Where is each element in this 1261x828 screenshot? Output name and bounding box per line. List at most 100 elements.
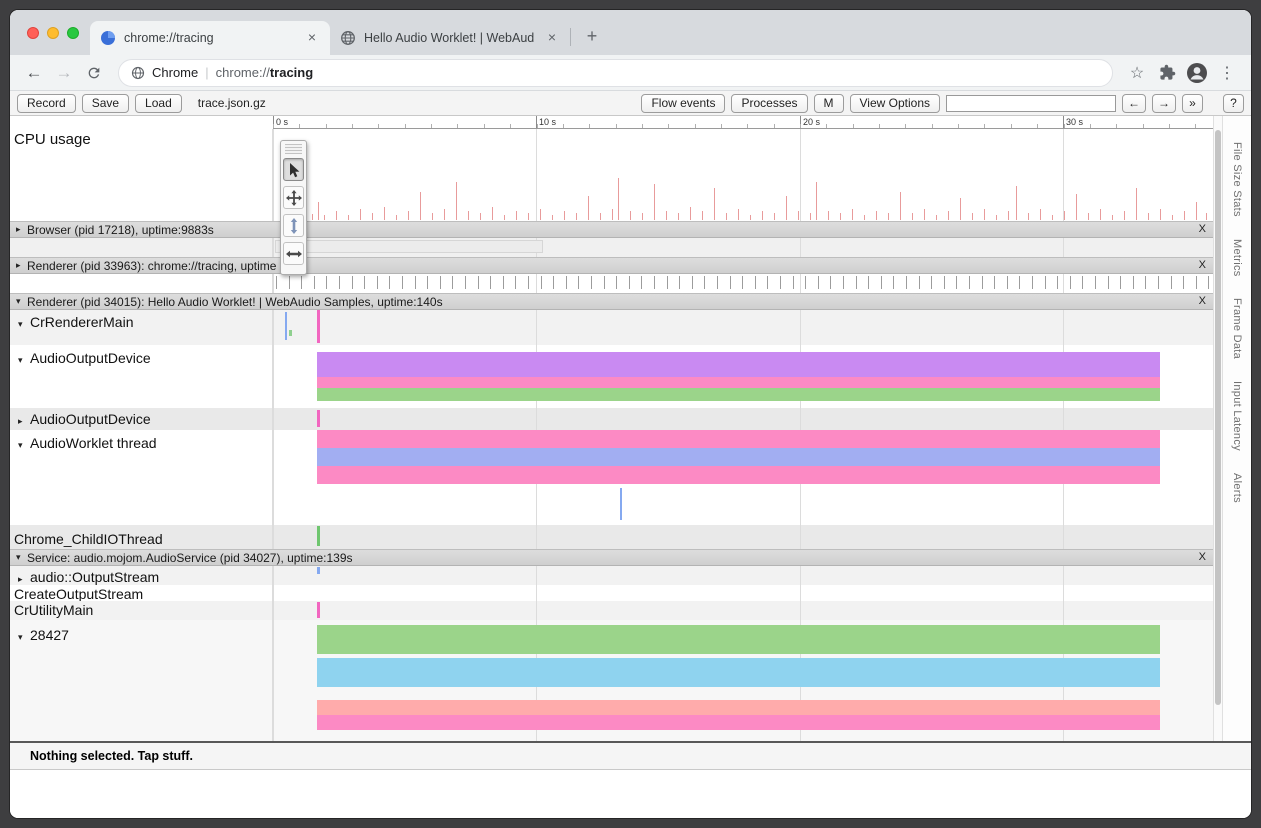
thread-label-audioworklet[interactable]: ▾AudioWorklet thread xyxy=(10,430,273,525)
trace-slice[interactable] xyxy=(289,330,292,336)
collapse-arrow-icon[interactable]: ▾ xyxy=(18,319,30,330)
horizontal-timing-icon xyxy=(286,246,302,262)
trace-slice[interactable] xyxy=(317,567,320,574)
zoom-tool-button[interactable] xyxy=(283,214,304,237)
process-header-audio-service[interactable]: ▾ Service: audio.mojom.AudioService (pid… xyxy=(10,549,1213,566)
extensions-button[interactable] xyxy=(1153,59,1181,87)
back-button[interactable]: ← xyxy=(20,59,48,87)
processes-button[interactable]: Processes xyxy=(731,94,807,113)
close-window-button[interactable] xyxy=(27,27,39,39)
trace-slice[interactable] xyxy=(620,488,622,520)
menu-button[interactable]: ⋮ xyxy=(1213,59,1241,87)
tracing-favicon xyxy=(100,30,116,46)
site-name: Chrome xyxy=(152,65,198,80)
zoom-window-button[interactable] xyxy=(67,27,79,39)
timing-tool-button[interactable] xyxy=(283,242,304,265)
process-header-browser[interactable]: ▸ Browser (pid 17218), uptime:9883s X xyxy=(10,221,1213,238)
tab-audio-worklet[interactable]: Hello Audio Worklet! | WebAud × xyxy=(330,21,570,55)
select-tool-button[interactable] xyxy=(283,158,304,181)
thread-name: CreateOutputStream xyxy=(14,586,143,601)
url-text: chrome://tracing xyxy=(216,65,314,80)
process-header-renderer-34015[interactable]: ▾ Renderer (pid 34015): Hello Audio Work… xyxy=(10,293,1213,310)
palette-drag-handle[interactable] xyxy=(285,144,302,154)
tool-palette xyxy=(280,140,307,275)
expand-arrow-icon[interactable]: ▸ xyxy=(18,574,30,585)
thread-label-createoutputstream: CreateOutputStream xyxy=(10,585,273,601)
collapse-arrow-icon[interactable]: ▾ xyxy=(18,355,30,366)
new-tab-button[interactable]: + xyxy=(579,24,605,50)
trace-slice[interactable] xyxy=(317,310,320,343)
audio-service-slice[interactable] xyxy=(317,658,1160,687)
side-tab-metrics[interactable]: Metrics xyxy=(1231,239,1243,277)
thread-name: audio::OutputStream xyxy=(30,569,159,585)
expand-arrow-icon[interactable]: ▸ xyxy=(16,224,27,235)
collapse-arrow-icon[interactable]: ▾ xyxy=(18,632,30,643)
search-input[interactable] xyxy=(946,95,1116,112)
pan-tool-button[interactable] xyxy=(283,186,304,209)
thread-label-audio-outputstream[interactable]: ▸audio::OutputStream xyxy=(10,566,273,585)
audio-service-slice[interactable] xyxy=(317,625,1160,654)
vertical-scrollbar[interactable] xyxy=(1213,116,1223,741)
save-button[interactable]: Save xyxy=(82,94,129,113)
load-button[interactable]: Load xyxy=(135,94,182,113)
url-scheme: chrome:// xyxy=(216,65,270,80)
side-tab-frame-data[interactable]: Frame Data xyxy=(1231,298,1243,359)
record-button[interactable]: Record xyxy=(17,94,76,113)
audio-service-slice[interactable] xyxy=(317,700,1160,715)
track-crrenderermain: ▾CrRendererMain xyxy=(10,310,1213,345)
tab-title: Hello Audio Worklet! | WebAud xyxy=(364,31,544,45)
audio-output-device-slice[interactable] xyxy=(317,352,1160,377)
close-track-button[interactable]: X xyxy=(1199,223,1206,235)
reload-icon xyxy=(86,65,102,81)
forward-button[interactable]: → xyxy=(50,59,78,87)
find-more-button[interactable]: » xyxy=(1182,94,1203,113)
audioworklet-slice[interactable] xyxy=(317,466,1160,484)
track-audiooutputdevice-2: ▸AudioOutputDevice xyxy=(10,408,1213,430)
navigation-bar: ← → Chrome | chrome://tracing ☆ ⋮ xyxy=(10,55,1251,91)
audio-output-device-slice[interactable] xyxy=(317,377,1160,388)
side-tab-file-size-stats[interactable]: File Size Stats xyxy=(1231,142,1243,217)
find-previous-button[interactable]: ← xyxy=(1122,94,1146,113)
close-track-button[interactable]: X xyxy=(1199,295,1206,307)
collapse-arrow-icon[interactable]: ▾ xyxy=(16,296,27,307)
expand-arrow-icon[interactable]: ▸ xyxy=(16,260,27,271)
close-tab-icon[interactable]: × xyxy=(544,30,560,46)
reload-button[interactable] xyxy=(80,59,108,87)
audio-output-device-slice[interactable] xyxy=(317,388,1160,401)
url-bar[interactable]: Chrome | chrome://tracing xyxy=(118,59,1113,87)
flow-events-button[interactable]: Flow events xyxy=(641,94,725,113)
scrollbar-thumb[interactable] xyxy=(1215,130,1221,705)
metrics-button[interactable]: M xyxy=(814,94,844,113)
browser-activity-bar[interactable] xyxy=(275,240,543,253)
tab-tracing[interactable]: chrome://tracing × xyxy=(90,21,330,55)
find-next-button[interactable]: → xyxy=(1152,94,1176,113)
trace-slice[interactable] xyxy=(285,312,287,340)
expand-arrow-icon[interactable]: ▸ xyxy=(18,416,30,427)
tracing-toolbar: Record Save Load trace.json.gz Flow even… xyxy=(10,91,1251,116)
help-button[interactable]: ? xyxy=(1223,94,1244,113)
minimize-window-button[interactable] xyxy=(47,27,59,39)
timeline-ruler[interactable] xyxy=(10,116,1213,129)
side-tab-alerts[interactable]: Alerts xyxy=(1231,473,1243,503)
bookmark-star-icon[interactable]: ☆ xyxy=(1123,59,1151,87)
close-tab-icon[interactable]: × xyxy=(304,30,320,46)
audioworklet-slice[interactable] xyxy=(317,448,1160,466)
thread-label-crrenderermain[interactable]: ▾CrRendererMain xyxy=(10,310,273,345)
collapse-arrow-icon[interactable]: ▾ xyxy=(18,440,30,451)
thread-name: 28427 xyxy=(30,627,69,643)
process-header-renderer-33963[interactable]: ▸ Renderer (pid 33963): chrome://tracing… xyxy=(10,257,1213,274)
audio-service-slice[interactable] xyxy=(317,715,1160,730)
collapse-arrow-icon[interactable]: ▾ xyxy=(16,552,27,563)
trace-slice[interactable] xyxy=(317,526,320,546)
side-tab-input-latency[interactable]: Input Latency xyxy=(1231,381,1243,451)
audioworklet-slice[interactable] xyxy=(317,430,1160,448)
close-track-button[interactable]: X xyxy=(1199,551,1206,563)
profile-button[interactable] xyxy=(1183,59,1211,87)
view-options-button[interactable]: View Options xyxy=(850,94,940,113)
trace-slice[interactable] xyxy=(317,602,320,618)
trace-slice[interactable] xyxy=(317,410,320,427)
thread-label-audiooutputdevice-1[interactable]: ▾AudioOutputDevice xyxy=(10,345,273,408)
close-track-button[interactable]: X xyxy=(1199,259,1206,271)
thread-label-audiooutputdevice-2[interactable]: ▸AudioOutputDevice xyxy=(10,408,273,430)
thread-label-28427[interactable]: ▾28427 xyxy=(10,620,273,741)
